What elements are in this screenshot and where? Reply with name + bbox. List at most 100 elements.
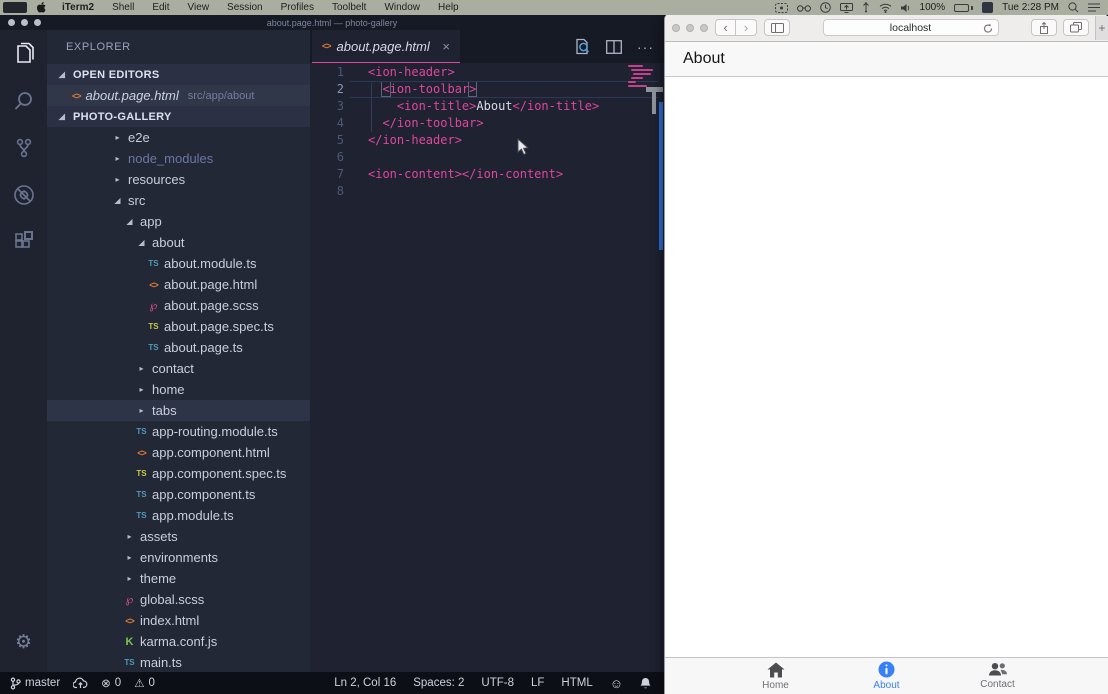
- reload-icon[interactable]: [983, 23, 993, 34]
- search-icon[interactable]: [0, 77, 47, 124]
- tree-file-about.page.scss[interactable]: ℘about.page.scss: [47, 295, 310, 316]
- forward-button[interactable]: ›: [736, 19, 757, 36]
- tab-contact[interactable]: Contact: [942, 658, 1053, 694]
- close-window-button[interactable]: [672, 24, 680, 32]
- tree-file-about.module.ts[interactable]: TSabout.module.ts: [47, 253, 310, 274]
- zoom-window-button[interactable]: [700, 24, 708, 32]
- tree-file-index.html[interactable]: <>index.html: [47, 610, 310, 631]
- volume-icon[interactable]: [901, 3, 911, 13]
- tree-folder-theme[interactable]: ▸theme: [47, 568, 310, 589]
- close-tab-icon[interactable]: ×: [442, 39, 450, 54]
- menubar-clock[interactable]: Tue 2:28 PM: [1002, 2, 1059, 13]
- tab-home[interactable]: Home: [720, 658, 831, 694]
- tree-file-karma.conf.js[interactable]: Kkarma.conf.js: [47, 631, 310, 652]
- statusbar-item[interactable]: UTF-8: [481, 677, 514, 689]
- statusbar-item[interactable]: Spaces: 2: [413, 677, 464, 689]
- errors-indicator[interactable]: ⊗ 0: [101, 676, 121, 690]
- tree-file-global.scss[interactable]: ℘global.scss: [47, 589, 310, 610]
- minimize-window-button[interactable]: [686, 24, 694, 32]
- tab-about[interactable]: About: [831, 658, 942, 694]
- source-control-icon[interactable]: [0, 124, 47, 171]
- statusbar-item[interactable]: HTML: [561, 677, 592, 689]
- code-editor[interactable]: 1<ion-header>2 <ion-toolbar>3 <ion-title…: [310, 63, 664, 672]
- tree-folder-about[interactable]: ◢about: [47, 232, 310, 253]
- tree-folder-contact[interactable]: ▸contact: [47, 358, 310, 379]
- menubar-running-app-icon[interactable]: [982, 2, 993, 13]
- screen-record-icon[interactable]: [775, 3, 788, 13]
- statusbar-item[interactable]: LF: [531, 677, 544, 689]
- menu-item-shell[interactable]: Shell: [103, 2, 143, 13]
- line-number: 8: [310, 183, 344, 200]
- tree-folder-e2e[interactable]: ▸e2e: [47, 127, 310, 148]
- tree-file-app.component.spec.ts[interactable]: TSapp.component.spec.ts: [47, 463, 310, 484]
- minimap[interactable]: [628, 65, 656, 89]
- tree-folder-home[interactable]: ▸home: [47, 379, 310, 400]
- tree-file-about.page.ts[interactable]: TSabout.page.ts: [47, 337, 310, 358]
- tree-file-main.ts[interactable]: TSmain.ts: [47, 652, 310, 672]
- search-in-file-icon[interactable]: [574, 38, 591, 55]
- extensions-icon[interactable]: [0, 218, 47, 265]
- tree-file-app.module.ts[interactable]: TSapp.module.ts: [47, 505, 310, 526]
- scrollbar-decoration[interactable]: [659, 102, 663, 250]
- open-editors-header[interactable]: ◢ OPEN EDITORS: [47, 64, 310, 85]
- new-tab-button[interactable]: +: [1095, 16, 1108, 40]
- menu-item-profiles[interactable]: Profiles: [272, 2, 323, 13]
- display-icon[interactable]: [840, 3, 853, 13]
- tree-file-app.component.ts[interactable]: TSapp.component.ts: [47, 484, 310, 505]
- files-icon[interactable]: [0, 30, 47, 77]
- feedback-smiley-icon[interactable]: ☺: [610, 676, 623, 691]
- sidebar-toggle-button[interactable]: [764, 19, 790, 36]
- notification-list-icon[interactable]: [1088, 3, 1100, 12]
- back-button[interactable]: ‹: [715, 19, 736, 36]
- code-line-8[interactable]: 8: [310, 183, 664, 200]
- code-line-2[interactable]: 2 <ion-toolbar>: [310, 81, 664, 98]
- glasses-icon[interactable]: [797, 4, 811, 12]
- tree-folder-assets[interactable]: ▸assets: [47, 526, 310, 547]
- tree-folder-src[interactable]: ◢src: [47, 190, 310, 211]
- code-line-3[interactable]: 3 <ion-title>About</ion-title>: [310, 98, 664, 115]
- code-line-4[interactable]: 4 </ion-toolbar>: [310, 115, 664, 132]
- menu-item-toolbelt[interactable]: Toolbelt: [323, 2, 375, 13]
- tree-file-app.component.html[interactable]: <>app.component.html: [47, 442, 310, 463]
- warnings-indicator[interactable]: ⚠ 0: [134, 676, 155, 690]
- address-bar[interactable]: localhost: [823, 19, 999, 36]
- apple-menu-icon[interactable]: [37, 2, 47, 13]
- menu-item-session[interactable]: Session: [218, 2, 272, 13]
- menu-item-view[interactable]: View: [179, 2, 219, 13]
- tree-folder-environments[interactable]: ▸environments: [47, 547, 310, 568]
- tree-file-about.page.spec.ts[interactable]: TSabout.page.spec.ts: [47, 316, 310, 337]
- debug-disabled-icon[interactable]: [0, 171, 47, 218]
- menu-item-window[interactable]: Window: [375, 2, 429, 13]
- open-editor-item[interactable]: <> about.page.html src/app/about: [47, 85, 310, 106]
- code-line-1[interactable]: 1<ion-header>: [310, 64, 664, 81]
- editor-tab-about-page-html[interactable]: <> about.page.html ×: [312, 30, 460, 63]
- more-actions-icon[interactable]: ···: [637, 42, 654, 52]
- menu-item-iterm2[interactable]: iTerm2: [53, 2, 103, 13]
- split-editor-icon[interactable]: [606, 40, 622, 54]
- menu-item-edit[interactable]: Edit: [143, 2, 178, 13]
- wifi-icon[interactable]: [879, 3, 892, 13]
- indent-guide: [371, 83, 372, 132]
- tree-folder-resources[interactable]: ▸resources: [47, 169, 310, 190]
- share-icon[interactable]: [1031, 19, 1057, 36]
- vscode-title-bar[interactable]: about.page.html — photo-gallery: [0, 15, 664, 30]
- tabs-overview-icon[interactable]: [1063, 19, 1089, 36]
- notifications-bell-icon[interactable]: [640, 677, 651, 690]
- tree-folder-node_modules[interactable]: ▸node_modules: [47, 148, 310, 169]
- git-branch-indicator[interactable]: master: [10, 677, 60, 690]
- menu-item-help[interactable]: Help: [429, 2, 468, 13]
- project-section-header[interactable]: ◢ PHOTO-GALLERY: [47, 106, 310, 127]
- gear-icon[interactable]: ⚙: [0, 631, 47, 654]
- tree-folder-tabs[interactable]: ▸tabs: [47, 400, 310, 421]
- code-line-7[interactable]: 7<ion-content></ion-content>: [310, 166, 664, 183]
- sync-changes-button[interactable]: [73, 677, 88, 689]
- spotlight-icon[interactable]: [1068, 2, 1079, 13]
- tree-file-app-routing.module.ts[interactable]: TSapp-routing.module.ts: [47, 421, 310, 442]
- statusbar-item[interactable]: Ln 2, Col 16: [334, 677, 396, 689]
- clock-icon[interactable]: [820, 2, 831, 13]
- tree-folder-app[interactable]: ◢app: [47, 211, 310, 232]
- code-line-6[interactable]: 6: [310, 149, 664, 166]
- tree-file-about.page.html[interactable]: <>about.page.html: [47, 274, 310, 295]
- code-line-5[interactable]: 5</ion-header>: [310, 132, 664, 149]
- dongle-icon[interactable]: [862, 2, 870, 13]
